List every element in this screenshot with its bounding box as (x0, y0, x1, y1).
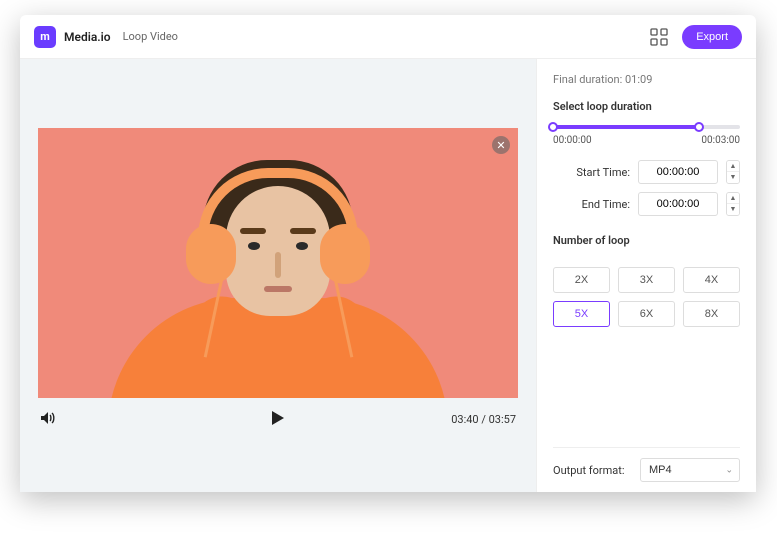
close-icon[interactable]: ✕ (492, 136, 510, 154)
output-format-label: Output format: (553, 464, 625, 477)
chevron-down-icon: ⌄ (725, 465, 733, 476)
end-time-input[interactable] (638, 192, 718, 216)
preview-pane: ✕ 03:40 / 03:57 (20, 59, 536, 492)
body: ✕ 03:40 / 03:57 (20, 59, 756, 492)
range-end: 00:03:00 (701, 135, 740, 146)
chevron-down-icon[interactable]: ▼ (727, 204, 739, 215)
header-bar: m Media.io Loop Video Export (20, 15, 756, 59)
loop-option-5x[interactable]: 5X (553, 301, 610, 327)
export-button[interactable]: Export (682, 25, 742, 49)
start-time-label: Start Time: (576, 166, 630, 179)
start-time-stepper[interactable]: ▲ ▼ (726, 160, 740, 184)
end-time-label: End Time: (582, 198, 630, 211)
video-preview[interactable]: ✕ (38, 128, 518, 398)
num-loop-label: Number of loop (553, 234, 740, 247)
time-display: 03:40 / 03:57 (451, 413, 516, 426)
output-format-select[interactable]: MP4 ⌄ (640, 458, 740, 482)
volume-icon[interactable] (40, 410, 56, 429)
app-window: m Media.io Loop Video Export (20, 15, 756, 492)
select-loop-label: Select loop duration (553, 100, 740, 113)
apps-grid-icon[interactable] (650, 28, 668, 46)
play-icon[interactable] (271, 410, 285, 430)
chevron-up-icon[interactable]: ▲ (727, 193, 739, 204)
chevron-down-icon[interactable]: ▼ (727, 172, 739, 183)
brand-logo: m (34, 26, 56, 48)
range-start: 00:00:00 (553, 135, 592, 146)
duration-slider[interactable] (553, 125, 740, 129)
start-time-input[interactable] (638, 160, 718, 184)
loop-option-8x[interactable]: 8X (683, 301, 740, 327)
loop-grid: 2X 3X 4X 5X 6X 8X (553, 267, 740, 327)
loop-option-2x[interactable]: 2X (553, 267, 610, 293)
loop-option-3x[interactable]: 3X (618, 267, 675, 293)
tool-title: Loop Video (123, 30, 178, 43)
slider-thumb-end[interactable] (694, 122, 704, 132)
chevron-up-icon[interactable]: ▲ (727, 161, 739, 172)
loop-option-4x[interactable]: 4X (683, 267, 740, 293)
end-time-stepper[interactable]: ▲ ▼ (726, 192, 740, 216)
side-panel: Final duration: 01:09 Select loop durati… (536, 59, 756, 492)
final-duration: Final duration: 01:09 (553, 73, 740, 86)
player-controls: 03:40 / 03:57 (38, 398, 518, 429)
slider-thumb-start[interactable] (548, 122, 558, 132)
loop-option-6x[interactable]: 6X (618, 301, 675, 327)
brand-name: Media.io (64, 30, 111, 44)
